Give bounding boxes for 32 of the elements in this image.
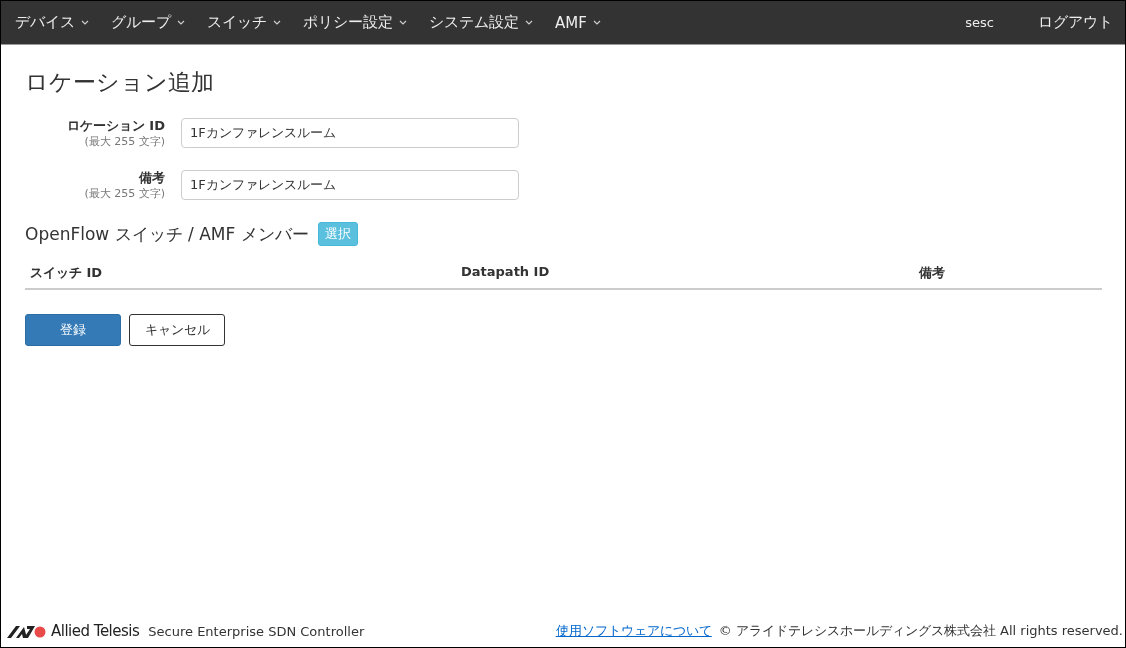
nav-menu[interactable]: システム設定 bbox=[429, 13, 533, 32]
section-heading: OpenFlow スイッチ / AMF メンバー bbox=[25, 222, 309, 246]
field-hint: (最大 255 文字) bbox=[84, 134, 165, 150]
logo-icon bbox=[7, 624, 47, 638]
text-field[interactable]: 1Fカンファレンスルーム bbox=[181, 118, 519, 148]
cancel-button[interactable]: キャンセル bbox=[129, 314, 225, 346]
product-name: Secure Enterprise SDN Controller bbox=[148, 623, 365, 639]
chevron-down-icon bbox=[273, 20, 281, 25]
copyright-text: © アライドテレシスホールディングス株式会社 All rights reserved. bbox=[718, 622, 1123, 640]
field-label: 備考 bbox=[139, 170, 165, 186]
chevron-down-icon bbox=[525, 20, 533, 25]
nav-menu[interactable]: グループ bbox=[111, 13, 185, 32]
nav-menu[interactable]: スイッチ bbox=[207, 13, 281, 32]
software-link[interactable]: 使用ソフトウェアについて bbox=[555, 622, 712, 640]
text-field[interactable]: 1Fカンファレンスルーム bbox=[181, 170, 519, 200]
column-header: スイッチ ID bbox=[30, 264, 104, 282]
nav-menu[interactable]: AMF bbox=[555, 13, 601, 32]
page-title: ロケーション追加 bbox=[25, 68, 215, 97]
column-header: 備考 bbox=[919, 264, 946, 282]
field-label: ロケーション ID bbox=[66, 118, 165, 134]
chevron-down-icon bbox=[399, 20, 407, 25]
chevron-down-icon bbox=[592, 20, 601, 25]
nav-menu[interactable]: デバイス bbox=[15, 13, 89, 32]
logout-link[interactable]: ログアウト bbox=[1038, 13, 1113, 32]
chevron-down-icon bbox=[177, 20, 185, 25]
column-header: Datapath ID bbox=[461, 264, 551, 281]
submit-button[interactable]: 登録 bbox=[25, 314, 121, 346]
chevron-down-icon bbox=[81, 20, 89, 25]
user-name: sesc bbox=[965, 15, 994, 30]
nav-menu[interactable]: ポリシー設定 bbox=[303, 13, 407, 32]
brand-name: Allied Telesis bbox=[51, 622, 140, 640]
field-hint: (最大 255 文字) bbox=[84, 186, 165, 202]
